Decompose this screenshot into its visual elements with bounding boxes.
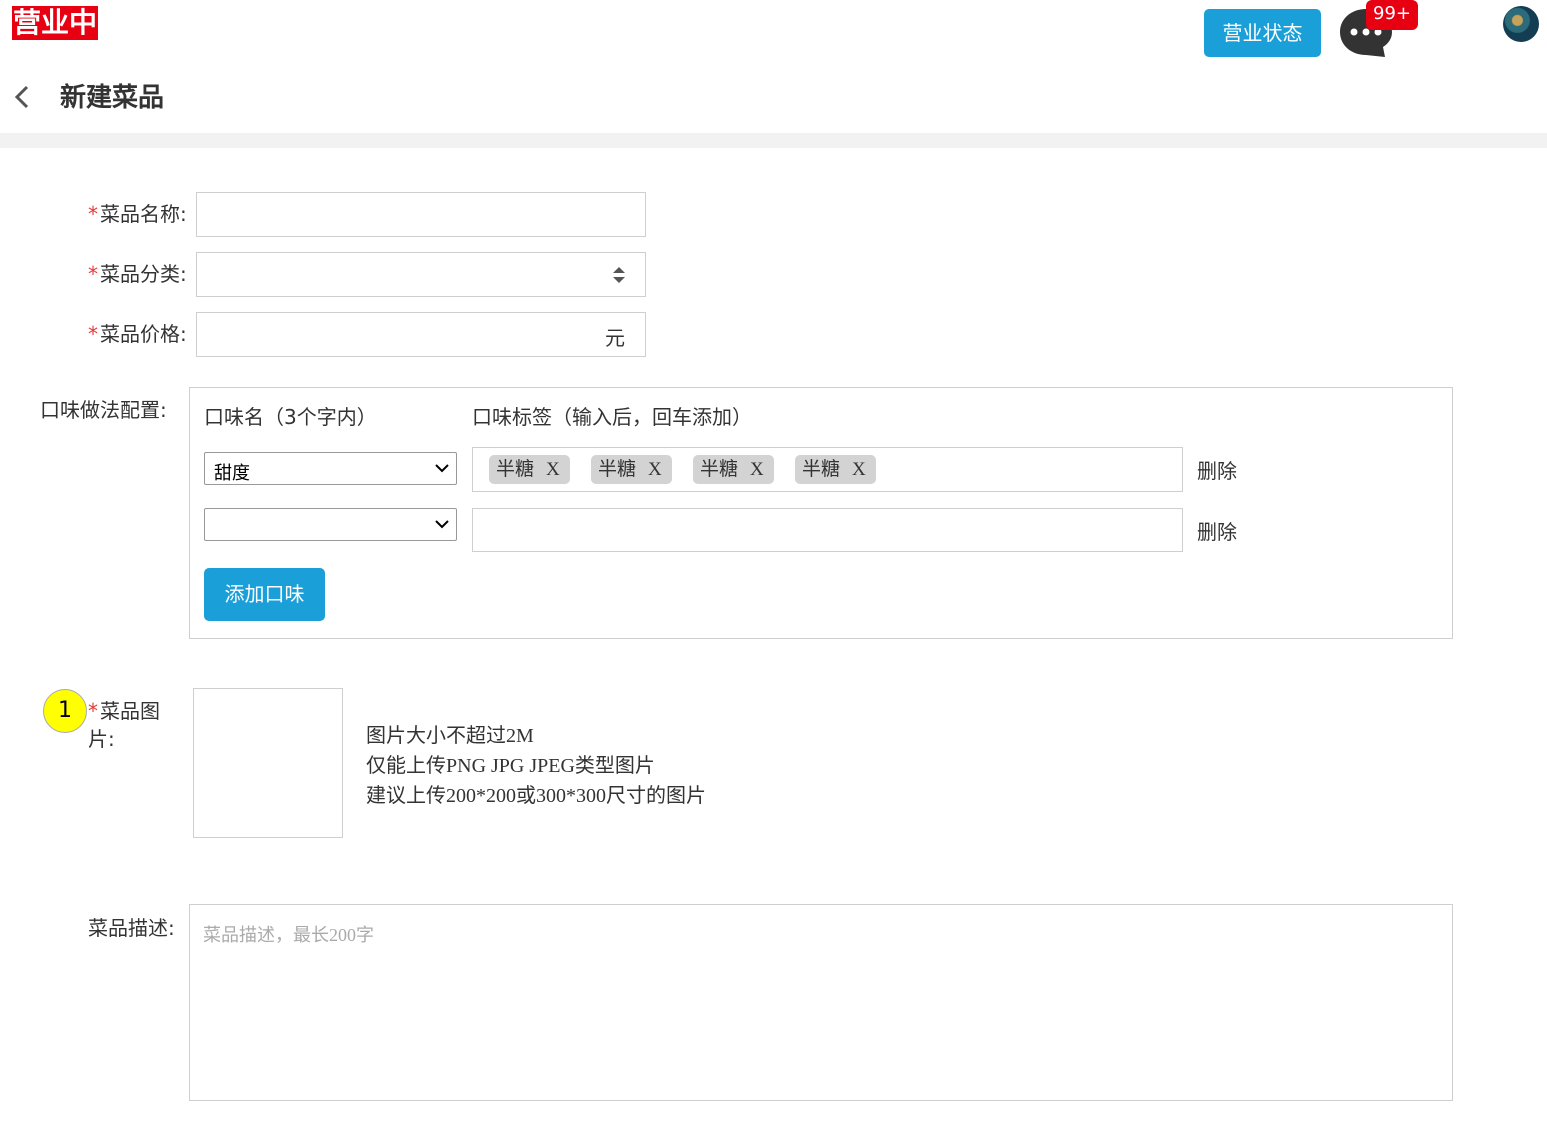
tag-remove-button[interactable]: X [546, 459, 560, 480]
description-textarea[interactable]: 菜品描述，最长200字 [189, 904, 1453, 1101]
flavor-name-select[interactable]: 甜度 [204, 452, 457, 485]
required-mark: * [88, 202, 98, 226]
image-hint-size: 图片大小不超过2M [366, 725, 534, 747]
category-select[interactable] [196, 252, 646, 297]
image-label-line2: 片: [88, 727, 115, 751]
delete-flavor-button[interactable]: 删除 [1197, 516, 1237, 545]
tag-remove-button[interactable]: X [648, 459, 662, 480]
tag-remove-button[interactable]: X [750, 459, 764, 480]
description-label: 菜品描述: [88, 916, 175, 940]
page-title: 新建菜品 [60, 83, 165, 113]
chevron-down-icon [435, 464, 449, 473]
flavor-name-value: 甜度 [214, 463, 250, 484]
flavor-tag: 半糖 X [693, 455, 774, 484]
category-label: * 菜品分类: [88, 260, 187, 288]
image-label-line1: 菜品图 [100, 699, 160, 723]
avatar[interactable] [1503, 6, 1539, 42]
chevron-down-icon [435, 520, 449, 529]
business-status-button[interactable]: 营业状态 [1204, 9, 1321, 57]
back-arrow-icon[interactable] [12, 84, 34, 110]
category-label-text: 菜品分类: [100, 262, 187, 286]
add-flavor-button[interactable]: 添加口味 [204, 568, 325, 621]
flavor-tags-input[interactable] [472, 508, 1183, 552]
description-placeholder: 菜品描述，最长200字 [203, 925, 374, 945]
price-unit: 元 [605, 326, 625, 350]
flavor-name-header: 口味名（3个字内） [204, 405, 377, 429]
price-label-text: 菜品价格: [100, 322, 187, 346]
flavor-tags-input[interactable]: 半糖 X 半糖 X 半糖 X 半糖 X [472, 447, 1183, 492]
flavor-tags-header: 口味标签（输入后，回车添加） [472, 405, 752, 429]
flavor-tag: 半糖 X [795, 455, 876, 484]
section-divider [0, 133, 1547, 148]
image-label: * 菜品图 片: [88, 697, 160, 753]
image-hint-type: 仅能上传PNG JPG JPEG类型图片 [366, 755, 655, 777]
required-mark: * [88, 322, 98, 346]
sort-arrows-icon [613, 267, 625, 283]
dish-name-input[interactable] [196, 192, 646, 237]
required-mark: * [88, 699, 98, 723]
flavor-tag: 半糖 X [489, 455, 570, 484]
store-status-tag: 营业中 [12, 6, 99, 40]
price-input[interactable]: 元 [196, 312, 646, 357]
image-hint-dimension: 建议上传200*200或300*300尺寸的图片 [366, 785, 706, 807]
required-mark: * [88, 262, 98, 286]
price-label: * 菜品价格: [88, 320, 187, 348]
tag-remove-button[interactable]: X [852, 459, 866, 480]
image-upload-box[interactable] [193, 688, 343, 838]
flavor-tag: 半糖 X [591, 455, 672, 484]
name-label-text: 菜品名称: [100, 202, 187, 226]
flavor-name-select[interactable] [204, 508, 457, 541]
step-marker: 1 [43, 689, 87, 733]
message-count-badge: 99+ [1366, 0, 1418, 30]
delete-flavor-button[interactable]: 删除 [1197, 455, 1237, 484]
name-label: * 菜品名称: [88, 200, 187, 228]
flavor-config-label: 口味做法配置: [40, 398, 167, 422]
